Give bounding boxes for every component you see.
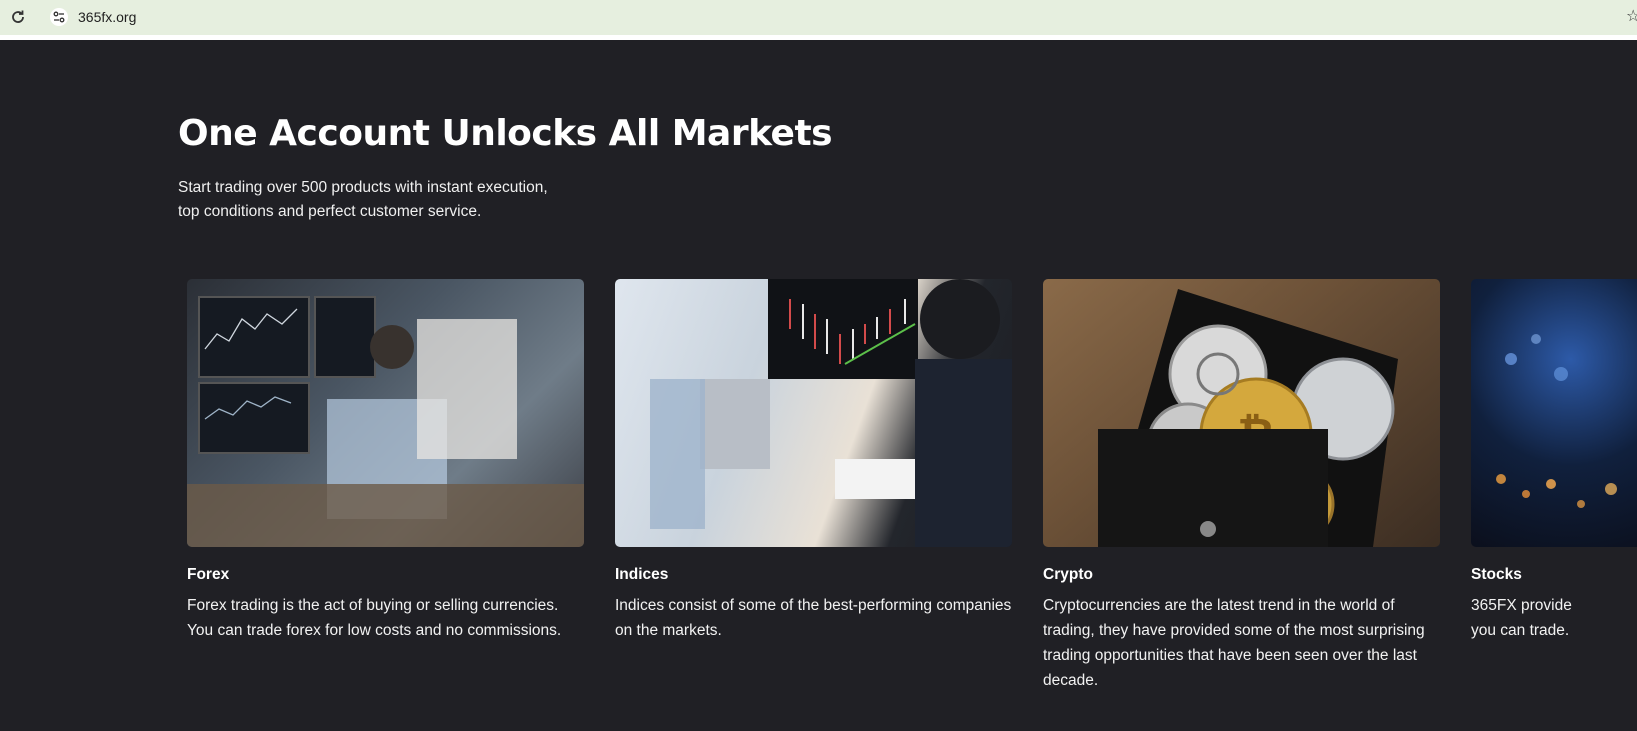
stocks-desc-line-1: 365FX provide	[1471, 597, 1572, 614]
reload-icon[interactable]	[9, 8, 27, 26]
indices-image	[615, 279, 1012, 547]
market-card-forex[interactable]: Forex Forex trading is the act of buying…	[187, 279, 584, 643]
stocks-desc-line-2: you can trade.	[1471, 622, 1570, 639]
market-card-crypto[interactable]: ₿ Crypto Cryptocurrencies are the latest…	[1043, 279, 1440, 693]
subtitle-line-1: Start trading over 500 products with ins…	[178, 179, 548, 196]
crypto-image: ₿	[1043, 279, 1440, 547]
url-text[interactable]: 365fx.org	[78, 9, 136, 25]
market-card-stocks[interactable]: Stocks 365FX provide you can trade.	[1471, 279, 1637, 643]
bookmark-star-icon[interactable]: ☆	[1626, 6, 1637, 25]
browser-toolbar: 365fx.org ☆	[0, 0, 1637, 40]
market-description-crypto: Cryptocurrencies are the latest trend in…	[1043, 597, 1425, 689]
market-name-crypto: Crypto	[1043, 566, 1093, 583]
address-bar[interactable]	[40, 2, 1637, 32]
market-description-indices: Indices consist of some of the best-perf…	[615, 597, 1012, 639]
forex-image	[187, 279, 584, 547]
market-description-stocks: 365FX provide you can trade.	[1471, 593, 1637, 643]
market-name-stocks: Stocks	[1471, 566, 1522, 583]
subtitle-line-2: top conditions and perfect customer serv…	[178, 203, 482, 220]
market-name-forex: Forex	[187, 566, 230, 583]
market-description-forex: Forex trading is the act of buying or se…	[187, 597, 562, 639]
stocks-image	[1471, 279, 1637, 547]
market-name-indices: Indices	[615, 566, 669, 583]
page-title: One Account Unlocks All Markets	[178, 113, 833, 154]
market-card-indices[interactable]: Indices Indices consist of some of the b…	[615, 279, 1012, 643]
site-info-icon[interactable]	[50, 8, 68, 26]
page-subtitle: Start trading over 500 products with ins…	[178, 176, 598, 224]
